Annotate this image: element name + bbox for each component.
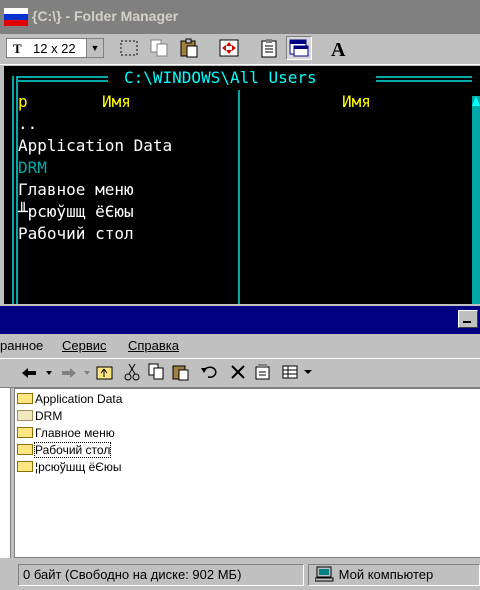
mark-button[interactable] <box>116 36 142 60</box>
folder-icon <box>17 461 33 472</box>
undo-icon[interactable] <box>200 363 218 381</box>
dos-item[interactable]: Главное меню <box>18 180 134 199</box>
dos-item[interactable]: Рабочий стол <box>18 224 134 243</box>
folder-icon <box>17 444 33 455</box>
up-icon[interactable] <box>96 363 114 381</box>
list-item[interactable]: ¦рсюўшщ ёЄюы <box>17 459 122 475</box>
dos-console[interactable]: C:\WINDOWS\All Users р Имя Имя .. Applic… <box>4 66 480 304</box>
dos-col-name-right: Имя <box>342 92 371 111</box>
dos-item-parent[interactable]: .. <box>18 114 37 133</box>
list-item[interactable]: Главное меню <box>17 425 115 441</box>
paste-icon[interactable] <box>172 363 190 381</box>
forward-icon[interactable] <box>60 365 96 381</box>
views-icon[interactable] <box>282 363 316 381</box>
frame-line <box>376 76 472 78</box>
explorer-menubar: ранное Сервис Справка <box>0 336 480 358</box>
status-size-panel: 0 байт (Свободно на диске: 902 МБ) <box>18 564 304 586</box>
top-window-titlebar[interactable]: {C:\} - Folder Manager <box>0 0 480 34</box>
fullscreen-button[interactable] <box>216 36 242 60</box>
dos-col-p: р <box>18 92 28 111</box>
file-list[interactable]: Application Data DRM Главное меню Рабочи… <box>14 388 480 558</box>
flag-icon <box>4 8 28 26</box>
background-button[interactable] <box>286 36 312 60</box>
list-item-label: Application Data <box>35 392 123 406</box>
dos-item[interactable]: Application Data <box>18 136 172 155</box>
properties-button[interactable] <box>256 36 282 60</box>
menu-help[interactable]: Справка <box>128 338 179 353</box>
chevron-down-icon[interactable]: ▼ <box>86 39 103 57</box>
list-item-label: ¦рсюўшщ ёЄюы <box>35 460 122 474</box>
svg-text:A: A <box>331 39 346 59</box>
list-item-selected[interactable]: Рабочий стол <box>17 442 112 458</box>
menu-favorites[interactable]: ранное <box>0 338 43 353</box>
panel-divider <box>238 90 240 304</box>
mark-icon <box>120 40 138 56</box>
properties-icon[interactable] <box>254 363 272 381</box>
paste-icon <box>180 38 198 58</box>
computer-icon <box>314 566 334 582</box>
folder-icon <box>17 410 33 421</box>
list-item-label: DRM <box>35 409 63 423</box>
copy-button[interactable] <box>146 36 172 60</box>
back-icon[interactable] <box>20 365 56 381</box>
font-size-value: 12 x 22 <box>33 41 76 56</box>
folder-tree-pane[interactable] <box>0 388 11 558</box>
status-location-text: Мой компьютер <box>338 567 434 582</box>
dos-path-header: C:\WINDOWS\All Users <box>124 68 317 87</box>
frame-line <box>12 76 14 304</box>
dos-col-name-left: Имя <box>102 92 131 111</box>
top-window-title: {C:\} - Folder Manager <box>32 8 179 24</box>
font-icon: A <box>331 39 346 61</box>
status-bar: 0 байт (Свободно на диске: 902 МБ) Мой к… <box>0 560 480 590</box>
minimize-icon <box>463 321 471 323</box>
list-item[interactable]: Application Data <box>17 391 122 407</box>
list-item[interactable]: DRM <box>17 408 62 424</box>
status-location-panel: Мой компьютер <box>308 564 480 586</box>
font-button[interactable]: A <box>326 36 352 61</box>
minimize-button[interactable] <box>458 310 478 328</box>
dos-item[interactable]: DRM <box>18 158 47 177</box>
list-item-label: Рабочий стол <box>33 442 112 458</box>
menu-service[interactable]: Сервис <box>62 338 107 353</box>
copy-icon[interactable] <box>148 363 166 381</box>
cut-icon[interactable] <box>124 363 140 381</box>
folder-icon <box>17 393 33 404</box>
status-size-text: 0 байт (Свободно на диске: 902 МБ) <box>23 567 242 582</box>
list-item-label: Главное меню <box>35 426 115 440</box>
properties-icon <box>261 39 277 58</box>
paste-button[interactable] <box>176 36 202 60</box>
font-type-icon: T <box>13 41 22 56</box>
explorer-titlebar[interactable] <box>0 306 480 334</box>
frame-line <box>16 76 108 78</box>
delete-icon[interactable] <box>230 363 246 381</box>
scroll-up-icon[interactable] <box>472 96 480 108</box>
frame-line <box>376 80 472 82</box>
frame-line <box>16 80 108 82</box>
explorer-toolbar <box>0 358 480 388</box>
background-icon <box>289 39 309 57</box>
font-size-select[interactable]: T 12 x 22 ▼ <box>6 38 104 58</box>
dos-item[interactable]: ╨рсюўшщ ёЄюы <box>18 202 134 221</box>
fullscreen-icon <box>219 39 239 57</box>
folder-icon <box>17 427 33 438</box>
copy-icon <box>150 39 168 57</box>
dos-scrollbar[interactable] <box>472 96 480 304</box>
